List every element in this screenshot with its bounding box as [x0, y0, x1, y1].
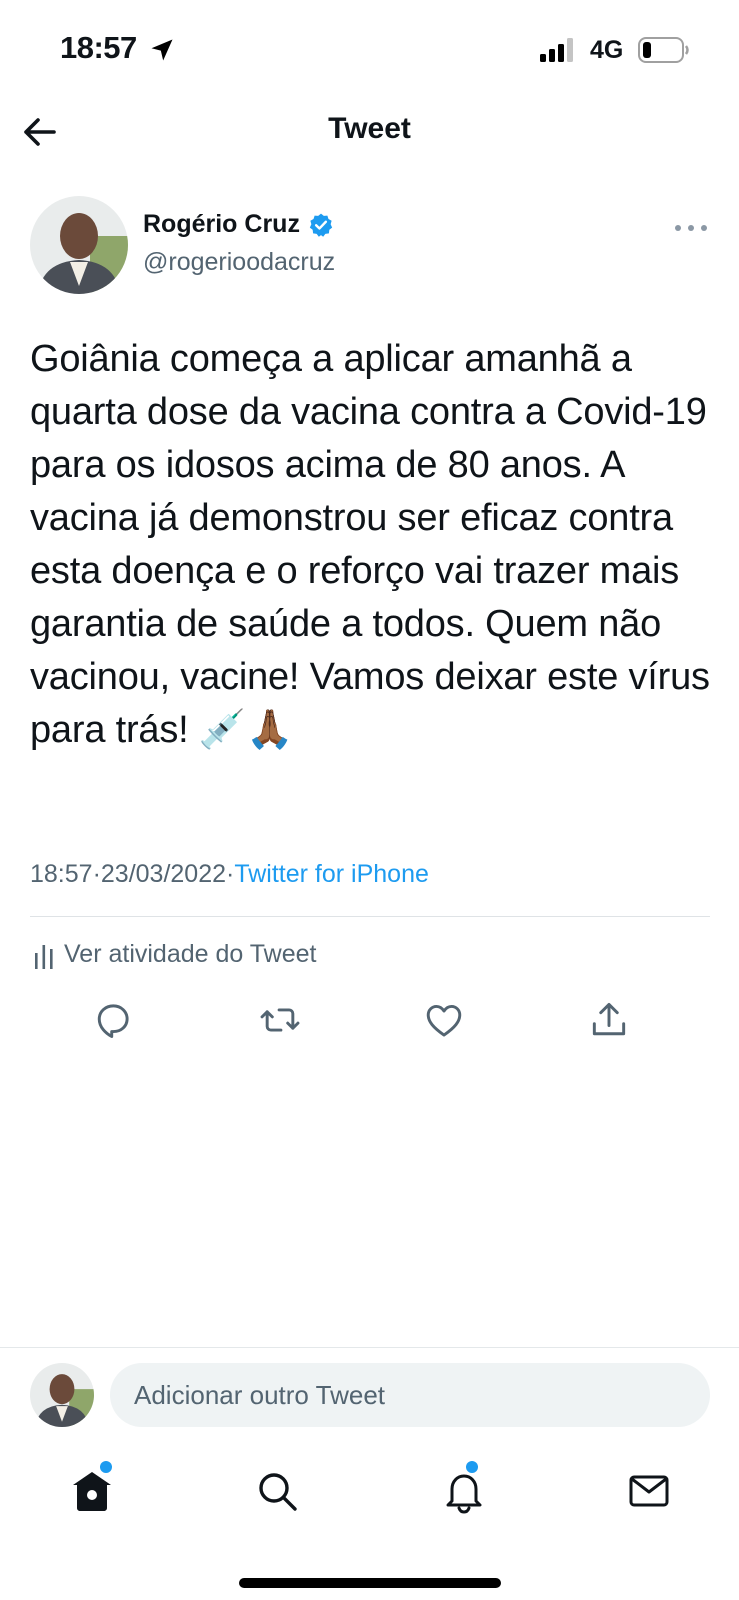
signal-bars-icon [540, 38, 573, 62]
share-button[interactable] [587, 998, 631, 1042]
divider [30, 916, 710, 917]
bar-chart-icon [35, 944, 53, 969]
meta-separator: · [92, 860, 101, 888]
home-indicator[interactable] [239, 1578, 501, 1588]
tweet-activity-link[interactable]: Ver atividade do Tweet [34, 940, 317, 969]
share-upload-icon [592, 1002, 626, 1036]
tweet-metadata: 18:57 · 23/03/2022 · Twitter for iPhone [30, 860, 429, 889]
tweet-text: Goiânia começa a aplicar amanhã a quarta… [30, 338, 721, 751]
verified-badge-icon [309, 213, 333, 237]
reply-button[interactable] [91, 998, 135, 1042]
bell-icon [446, 1474, 482, 1514]
tweet-date: 23/03/2022 [100, 860, 227, 888]
speech-bubble-icon [97, 1004, 129, 1038]
nav-notifications[interactable] [440, 1461, 488, 1515]
avatar-photo [30, 196, 128, 294]
page-title: Tweet [328, 112, 411, 145]
home-notification-dot [100, 1461, 112, 1473]
meta-separator: · [226, 860, 235, 888]
home-icon [73, 1472, 111, 1511]
ellipsis-icon[interactable] [674, 222, 708, 234]
network-label: 4G [590, 36, 624, 64]
avatar-photo [30, 1363, 94, 1427]
tweet-detail-screen: 18:57 4G Tweet Rogério Cruz @rogerioodac… [0, 0, 739, 1600]
status-time: 18:57 [60, 30, 137, 65]
activity-label: Ver atividade do Tweet [64, 940, 317, 968]
retweet-button[interactable] [258, 998, 302, 1042]
tweet-source-link[interactable]: Twitter for iPhone [234, 860, 429, 889]
retweet-icon [260, 1008, 300, 1032]
nav-messages[interactable] [625, 1467, 673, 1515]
mail-icon [629, 1475, 669, 1507]
battery-icon [638, 37, 689, 63]
search-icon [259, 1473, 297, 1511]
like-button[interactable] [422, 998, 466, 1042]
nav-home[interactable] [68, 1461, 116, 1515]
author-name-row: Rogério Cruz [143, 210, 334, 239]
tweet-action-bar [0, 998, 739, 1048]
nav-search[interactable] [253, 1467, 301, 1515]
author-name[interactable]: Rogério Cruz [143, 210, 300, 239]
user-avatar[interactable] [30, 1363, 94, 1427]
heart-icon [426, 1004, 462, 1037]
composer-divider [0, 1347, 739, 1348]
location-arrow-icon [151, 39, 173, 61]
author-avatar[interactable] [30, 196, 128, 294]
reply-input[interactable]: Adicionar outro Tweet [110, 1363, 710, 1427]
author-handle[interactable]: @rogerioodacruz [143, 248, 335, 277]
notifications-dot [466, 1461, 478, 1473]
tweet-time: 18:57 [30, 860, 93, 888]
